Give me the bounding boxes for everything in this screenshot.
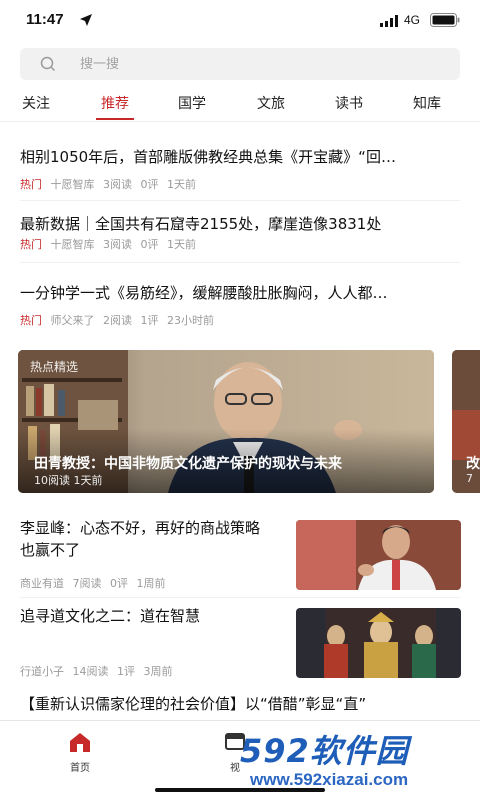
hot-badge: 热门 <box>20 314 42 327</box>
article-reads: 2阅读 <box>103 314 132 327</box>
article-title: 相别1050年后，首部雕版佛教经典总集《开宝藏》“回… <box>20 148 396 166</box>
category-tabs: 关注 推荐 国学 文旅 读书 知库 <box>0 88 480 122</box>
article-title: 李显峰：心态不好，再好的商战策略也赢不了 <box>20 519 261 559</box>
article-comments: 1评 <box>140 314 159 327</box>
article-meta: 商业有道 7阅读 0评 1周前 <box>20 575 171 591</box>
banner-next-meta: 7 <box>466 472 473 485</box>
nav-home[interactable]: 首页 <box>50 731 110 774</box>
home-indicator <box>155 788 325 792</box>
list-item[interactable]: 李显峰：心态不好，再好的商战策略也赢不了 商业有道 7阅读 0评 1周前 <box>20 517 461 593</box>
banner-tag: 热点精选 <box>30 360 79 374</box>
article-meta: 行道小子 14阅读 1评 3周前 <box>20 663 178 679</box>
banner-time: 1天前 <box>73 474 103 487</box>
article-title: 一分钟学一式《易筋经》，缓解腰酸肚胀胸闷，人人都… <box>20 284 388 302</box>
search-bar[interactable] <box>20 48 460 80</box>
search-input[interactable] <box>80 48 440 80</box>
article-meta: 热门 十愿智库 3阅读 0评 1天前 <box>20 176 201 192</box>
article-reads: 14阅读 <box>72 665 109 678</box>
search-icon <box>40 56 56 72</box>
list-item[interactable]: 追寻道文化之二：道在智慧 行道小子 14阅读 1评 3周前 <box>20 605 461 681</box>
banner-meta: 10阅读 1天前 <box>34 472 103 488</box>
signal-icon <box>380 15 398 27</box>
article-source: 商业有道 <box>20 577 64 590</box>
tab-follow[interactable]: 关注 <box>6 93 66 113</box>
article-time: 1天前 <box>167 238 196 251</box>
article-time: 23小时前 <box>167 314 214 327</box>
taoist-statues-image <box>296 608 461 678</box>
article-thumbnail <box>296 520 461 590</box>
man-speaking-image <box>296 520 461 590</box>
status-time: 11:47 <box>26 11 64 28</box>
article-reads: 3阅读 <box>103 238 132 251</box>
divider <box>20 597 460 598</box>
article-reads: 7阅读 <box>72 577 102 590</box>
hot-badge: 热门 <box>20 238 42 251</box>
article-thumbnail <box>296 608 461 678</box>
article-meta: 热门 十愿智库 3阅读 0评 1天前 <box>20 236 201 252</box>
list-item[interactable]: 相别1050年后，首部雕版佛教经典总集《开宝藏》“回… 热门 十愿智库 3阅读 … <box>20 146 460 192</box>
home-icon <box>70 733 90 752</box>
featured-banner[interactable]: 热点精选 田青教授：中国非物质文化遗产保护的现状与未来 10阅读 1天前 <box>18 350 434 493</box>
banner-title: 田青教授：中国非物质文化遗产保护的现状与未来 <box>34 456 342 472</box>
banner-reads: 10阅读 <box>34 474 70 487</box>
nav-home-label: 首页 <box>70 763 90 774</box>
tab-reading[interactable]: 读书 <box>319 93 379 113</box>
article-title: 【重新认识儒家伦理的社会价值】以“借醋”彰显“直” <box>20 695 367 713</box>
tab-guoxue[interactable]: 国学 <box>162 93 222 113</box>
tab-think-tank[interactable]: 知库 <box>397 93 457 113</box>
article-time: 1周前 <box>136 577 166 590</box>
article-source: 师父来了 <box>50 314 95 327</box>
featured-banner-next[interactable]: 改 7 <box>452 350 480 493</box>
article-meta: 热门 师父来了 2阅读 1评 23小时前 <box>20 312 219 328</box>
article-source: 行道小子 <box>20 665 64 678</box>
list-item[interactable]: 【重新认识儒家伦理的社会价值】以“借醋”彰显“直” <box>20 693 460 715</box>
article-comments: 0评 <box>140 178 159 191</box>
tab-recommend[interactable]: 推荐 <box>85 93 145 113</box>
active-tab-indicator <box>96 118 134 120</box>
article-comments: 0评 <box>140 238 159 251</box>
article-title: 最新数据｜全国共有石窟寺2155处，摩崖造像3831处 <box>20 215 382 233</box>
article-title: 追寻道文化之二：道在智慧 <box>20 607 201 625</box>
network-label: 4G <box>404 13 421 27</box>
status-bar: 11:47 4G <box>0 0 480 44</box>
hot-badge: 热门 <box>20 178 42 191</box>
watermark-url: www.592xiazai.com <box>250 770 409 789</box>
article-comments: 0评 <box>110 577 128 590</box>
article-source: 十愿智库 <box>50 238 95 251</box>
tab-culture-travel[interactable]: 文旅 <box>241 93 301 113</box>
watermark-logo-text: 592软件园 <box>240 732 409 770</box>
article-comments: 1评 <box>117 665 135 678</box>
article-reads: 3阅读 <box>103 178 132 191</box>
banner-next-title: 改 <box>466 456 480 472</box>
location-arrow-icon <box>80 14 92 26</box>
article-source: 十愿智库 <box>50 178 95 191</box>
divider <box>20 262 460 263</box>
article-time: 1天前 <box>167 178 196 191</box>
list-item[interactable]: 最新数据｜全国共有石窟寺2155处，摩崖造像3831处 热门 十愿智库 3阅读 … <box>20 213 460 253</box>
battery-icon <box>430 13 460 27</box>
divider <box>20 200 460 201</box>
article-time: 3周前 <box>143 665 173 678</box>
list-item[interactable]: 一分钟学一式《易筋经》，缓解腰酸肚胀胸闷，人人都… 热门 师父来了 2阅读 1评… <box>20 282 460 330</box>
